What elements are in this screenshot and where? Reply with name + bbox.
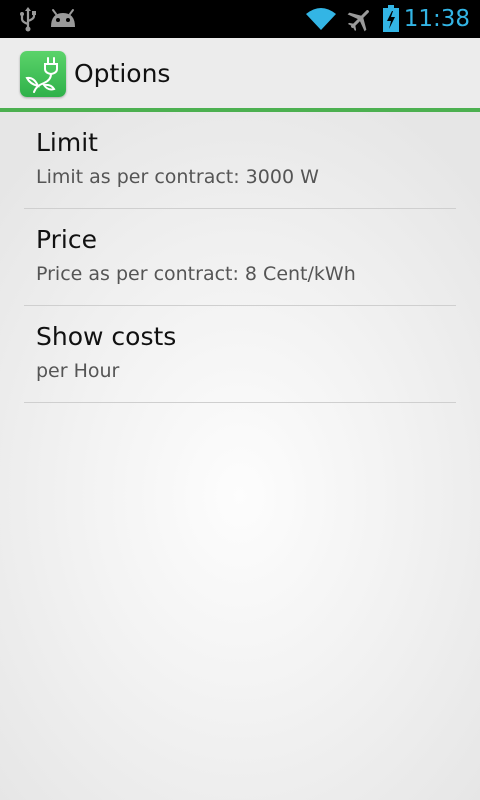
preference-summary: per Hour (36, 360, 120, 382)
usb-icon (16, 0, 40, 38)
preference-title: Limit (36, 128, 98, 157)
battery-charging-icon (380, 0, 402, 38)
plug-leaf-icon[interactable] (20, 51, 66, 97)
preference-show-costs[interactable]: Show costs per Hour (24, 306, 456, 403)
preference-summary: Limit as per contract: 3000 W (36, 166, 319, 188)
action-bar: Options (0, 38, 480, 112)
preference-limit[interactable]: Limit Limit as per contract: 3000 W (24, 112, 456, 209)
android-debug-icon (48, 0, 78, 38)
preference-title: Price (36, 225, 97, 254)
status-bar: 11:38 (0, 0, 480, 38)
preference-price[interactable]: Price Price as per contract: 8 Cent/kWh (24, 209, 456, 306)
preference-title: Show costs (36, 322, 177, 351)
page-title: Options (74, 59, 171, 88)
airplane-mode-icon (346, 0, 374, 38)
status-time: 11:38 (403, 6, 470, 32)
preference-summary: Price as per contract: 8 Cent/kWh (36, 263, 356, 285)
preference-list: Limit Limit as per contract: 3000 W Pric… (24, 112, 456, 403)
wifi-icon (304, 0, 338, 38)
